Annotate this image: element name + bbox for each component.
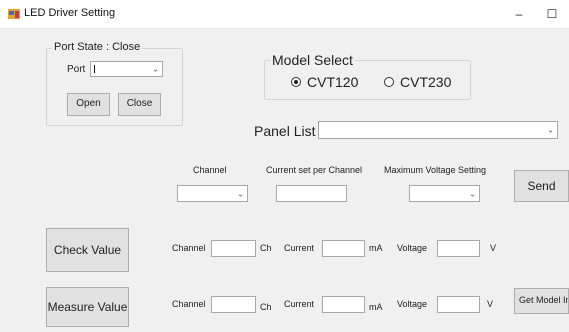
chevron-down-icon: ⌄ — [547, 125, 554, 135]
app-icon — [8, 9, 20, 19]
radio-cvt230[interactable]: CVT230 — [384, 74, 451, 90]
text-cursor — [94, 65, 95, 73]
channel-combobox[interactable]: ⌄ — [177, 185, 248, 202]
measure-ch-unit: Ch — [260, 302, 272, 312]
measure-current-output — [322, 296, 365, 313]
check-ma-unit: mA — [369, 243, 383, 253]
measure-voltage-output — [437, 296, 480, 313]
radio-cvt120[interactable]: CVT120 — [291, 74, 358, 90]
open-button[interactable]: Open — [67, 93, 110, 116]
port-state-legend: Port State : Close — [52, 41, 143, 53]
title-bar: LED Driver Setting – ☐ — [0, 0, 569, 29]
get-model-info-button[interactable]: Get Model In — [514, 288, 569, 314]
max-voltage-label: Maximum Voltage Setting — [384, 165, 487, 175]
measure-current-label: Current — [284, 299, 315, 309]
panel-list-combobox[interactable]: ⌄ — [318, 121, 558, 139]
radio-cvt230-label: CVT230 — [400, 74, 452, 90]
current-per-channel-label: Current set per Channel — [266, 165, 363, 175]
check-ch-unit: Ch — [260, 243, 272, 253]
minimize-button[interactable]: – — [507, 4, 531, 24]
check-channel-output — [211, 240, 256, 257]
check-voltage-output — [437, 240, 480, 257]
measure-value-button[interactable]: Measure Value — [46, 287, 129, 327]
check-value-button[interactable]: Check Value — [46, 228, 129, 272]
chevron-down-icon: ⌄ — [152, 64, 159, 74]
measure-v-unit: V — [487, 299, 494, 309]
port-combobox[interactable]: ⌄ — [90, 61, 163, 77]
measure-ma-unit: mA — [369, 302, 383, 312]
maximize-button[interactable]: ☐ — [540, 4, 564, 24]
max-voltage-combobox[interactable]: ⌄ — [409, 185, 480, 202]
check-voltage-label: Voltage — [397, 243, 428, 253]
panel-list-label: Panel List — [254, 123, 316, 139]
current-per-channel-input[interactable] — [276, 185, 347, 202]
radio-selected-icon — [291, 77, 301, 87]
send-button[interactable]: Send — [514, 170, 569, 202]
port-label: Port — [67, 64, 86, 75]
chevron-down-icon: ⌄ — [469, 189, 476, 198]
close-button[interactable]: Close — [118, 93, 161, 116]
radio-unselected-icon — [384, 77, 394, 87]
model-select-legend: Model Select — [270, 52, 355, 68]
check-v-unit: V — [490, 243, 497, 253]
channel-header-label: Channel — [193, 165, 227, 175]
radio-cvt120-label: CVT120 — [307, 74, 359, 90]
measure-channel-label: Channel — [172, 299, 206, 309]
measure-voltage-label: Voltage — [397, 299, 428, 309]
measure-channel-output — [211, 296, 256, 313]
window-title: LED Driver Setting — [24, 7, 116, 19]
check-channel-label: Channel — [172, 243, 206, 253]
check-current-output — [322, 240, 365, 257]
chevron-down-icon: ⌄ — [237, 189, 244, 198]
check-current-label: Current — [284, 243, 315, 253]
